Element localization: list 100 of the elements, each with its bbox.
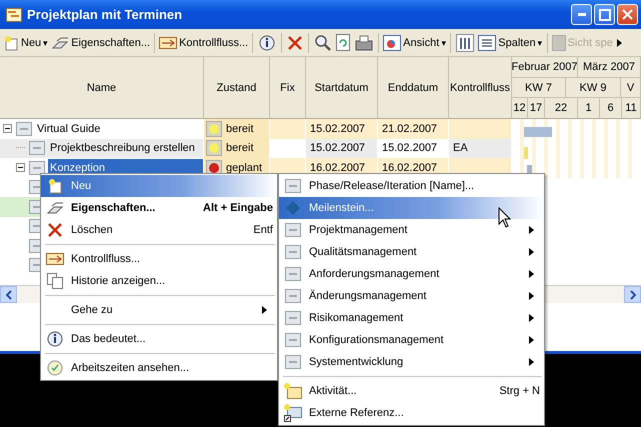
menu-item[interactable]: Neu [41, 175, 277, 197]
maximize-button[interactable] [594, 4, 615, 25]
mouse-pointer-icon [498, 207, 511, 228]
info-icon[interactable] [258, 34, 276, 52]
submenu-arrow-icon [529, 314, 534, 322]
status-text: bereit [226, 142, 254, 154]
day-header: 11 [622, 98, 641, 118]
task-icon [285, 245, 301, 259]
menu-item[interactable]: Projektmanagement [279, 219, 544, 241]
menu-item[interactable]: Qualitätsmanagement [279, 241, 544, 263]
columns-icon[interactable] [456, 34, 474, 52]
status-text: bereit [226, 122, 254, 135]
column-header[interactable]: Enddatum [378, 57, 449, 118]
properties-icon [51, 36, 70, 48]
diamond-icon [286, 201, 300, 215]
menu-item[interactable]: Arbeitszeiten ansehen... [41, 357, 277, 379]
column-header[interactable]: Zustand [204, 57, 270, 118]
task-icon [16, 122, 32, 136]
menu-item[interactable]: Historie anzeigen... [41, 270, 277, 292]
submenu-arrow-icon [529, 248, 534, 256]
menu-item[interactable]: Externe Referenz... [279, 402, 544, 424]
submenu-arrow-icon [529, 270, 534, 278]
properties-button[interactable]: Eigenschaften... [50, 36, 152, 48]
new-button[interactable]: Neu ▾ [2, 34, 50, 50]
task-icon [285, 289, 301, 303]
day-header: 22 [545, 98, 578, 118]
disabled-view-icon [552, 34, 566, 50]
scroll-right-button[interactable] [624, 286, 641, 303]
control-flow-button[interactable]: Kontrollfluss... [158, 36, 250, 48]
menu-item[interactable]: Aktivität... Strg + N [279, 380, 544, 402]
column-header[interactable]: Name [0, 57, 204, 118]
menu-item[interactable]: Phase/Release/Iteration [Name]... [279, 175, 544, 197]
columns-button[interactable]: Spalten ▾ [477, 34, 544, 50]
month-header: Februar 2007 [512, 57, 578, 77]
week-header: V [621, 78, 641, 98]
task-icon [285, 333, 301, 347]
menu-item[interactable]: Anforderungsmanagement [279, 263, 544, 285]
external-reference-icon [284, 404, 302, 422]
task-icon [285, 311, 301, 325]
column-header[interactable]: Kontrollfluss [449, 57, 512, 118]
day-header: 17 [528, 98, 545, 118]
menu-item[interactable]: Das bedeutet... [41, 328, 277, 350]
delete-icon[interactable] [287, 34, 304, 50]
task-icon [285, 223, 301, 237]
properties-icon [46, 202, 64, 214]
submenu-arrow-icon [529, 292, 534, 300]
week-header: KW 9 [566, 78, 621, 98]
table-cell: 15.02.2007 [306, 138, 378, 158]
view-icon [383, 34, 402, 50]
month-header: März 2007 [578, 57, 641, 77]
control-flow-icon [159, 36, 178, 48]
task-icon [29, 141, 45, 156]
day-header: 1 [578, 98, 600, 118]
search-icon[interactable] [314, 34, 332, 51]
day-header: 12 [512, 98, 528, 118]
submenu-arrow-icon [529, 226, 534, 234]
view-button[interactable]: Ansicht ▾ [382, 34, 448, 50]
status-text: geplant [226, 162, 262, 174]
menu-item[interactable]: Änderungsmanagement [279, 285, 544, 307]
table-cell: 21.02.2007 [378, 119, 449, 138]
info-icon [46, 330, 64, 348]
column-header[interactable]: Startdatum [306, 57, 378, 118]
menu-item[interactable]: Gehe zu [41, 299, 277, 321]
week-header: KW 7 [512, 78, 566, 98]
task-icon [285, 355, 301, 369]
minimize-button[interactable] [571, 4, 592, 25]
overflow-arrow-icon[interactable] [616, 38, 622, 46]
refresh-icon[interactable] [336, 34, 350, 51]
submenu-arrow-icon [529, 336, 534, 344]
new-item-icon [3, 34, 19, 50]
menu-item[interactable]: Meilenstein... [279, 197, 544, 219]
menu-item[interactable]: Löschen Entf [41, 219, 277, 241]
menu-item[interactable]: Systementwicklung [279, 351, 544, 373]
task-icon [285, 267, 301, 281]
collapse-toggle-icon[interactable] [16, 163, 25, 172]
menu-item[interactable]: Kontrollfluss... [41, 248, 277, 270]
scroll-left-button[interactable] [0, 286, 17, 303]
submenu-arrow-icon [262, 306, 267, 314]
column-header[interactable]: Fix [270, 57, 306, 118]
table-cell: 15.02.2007 [306, 119, 378, 138]
collapse-toggle-icon[interactable] [3, 124, 12, 134]
task-name[interactable]: Virtual Guide [35, 120, 203, 138]
menu-item[interactable]: Konfigurationsmanagement [279, 329, 544, 351]
task-name[interactable]: Projektbeschreibung erstellen [48, 139, 203, 158]
window-icon [6, 8, 22, 22]
delete-icon [47, 222, 63, 238]
close-icon [622, 9, 633, 20]
minimize-icon [578, 13, 586, 16]
clock-icon [47, 360, 63, 376]
new-activity-icon [284, 383, 302, 399]
day-header: 6 [600, 98, 622, 118]
table-cell [449, 119, 512, 138]
window-title: Projektplan mit Terminen [27, 7, 184, 22]
maximize-icon [598, 8, 610, 20]
menu-item[interactable]: Eigenschaften... Alt + Eingabe [41, 197, 277, 219]
task-icon [29, 160, 45, 175]
menu-item[interactable]: Risikomanagement [279, 307, 544, 329]
print-icon[interactable] [355, 34, 374, 50]
close-button[interactable] [617, 4, 638, 25]
task-icon [285, 179, 301, 193]
